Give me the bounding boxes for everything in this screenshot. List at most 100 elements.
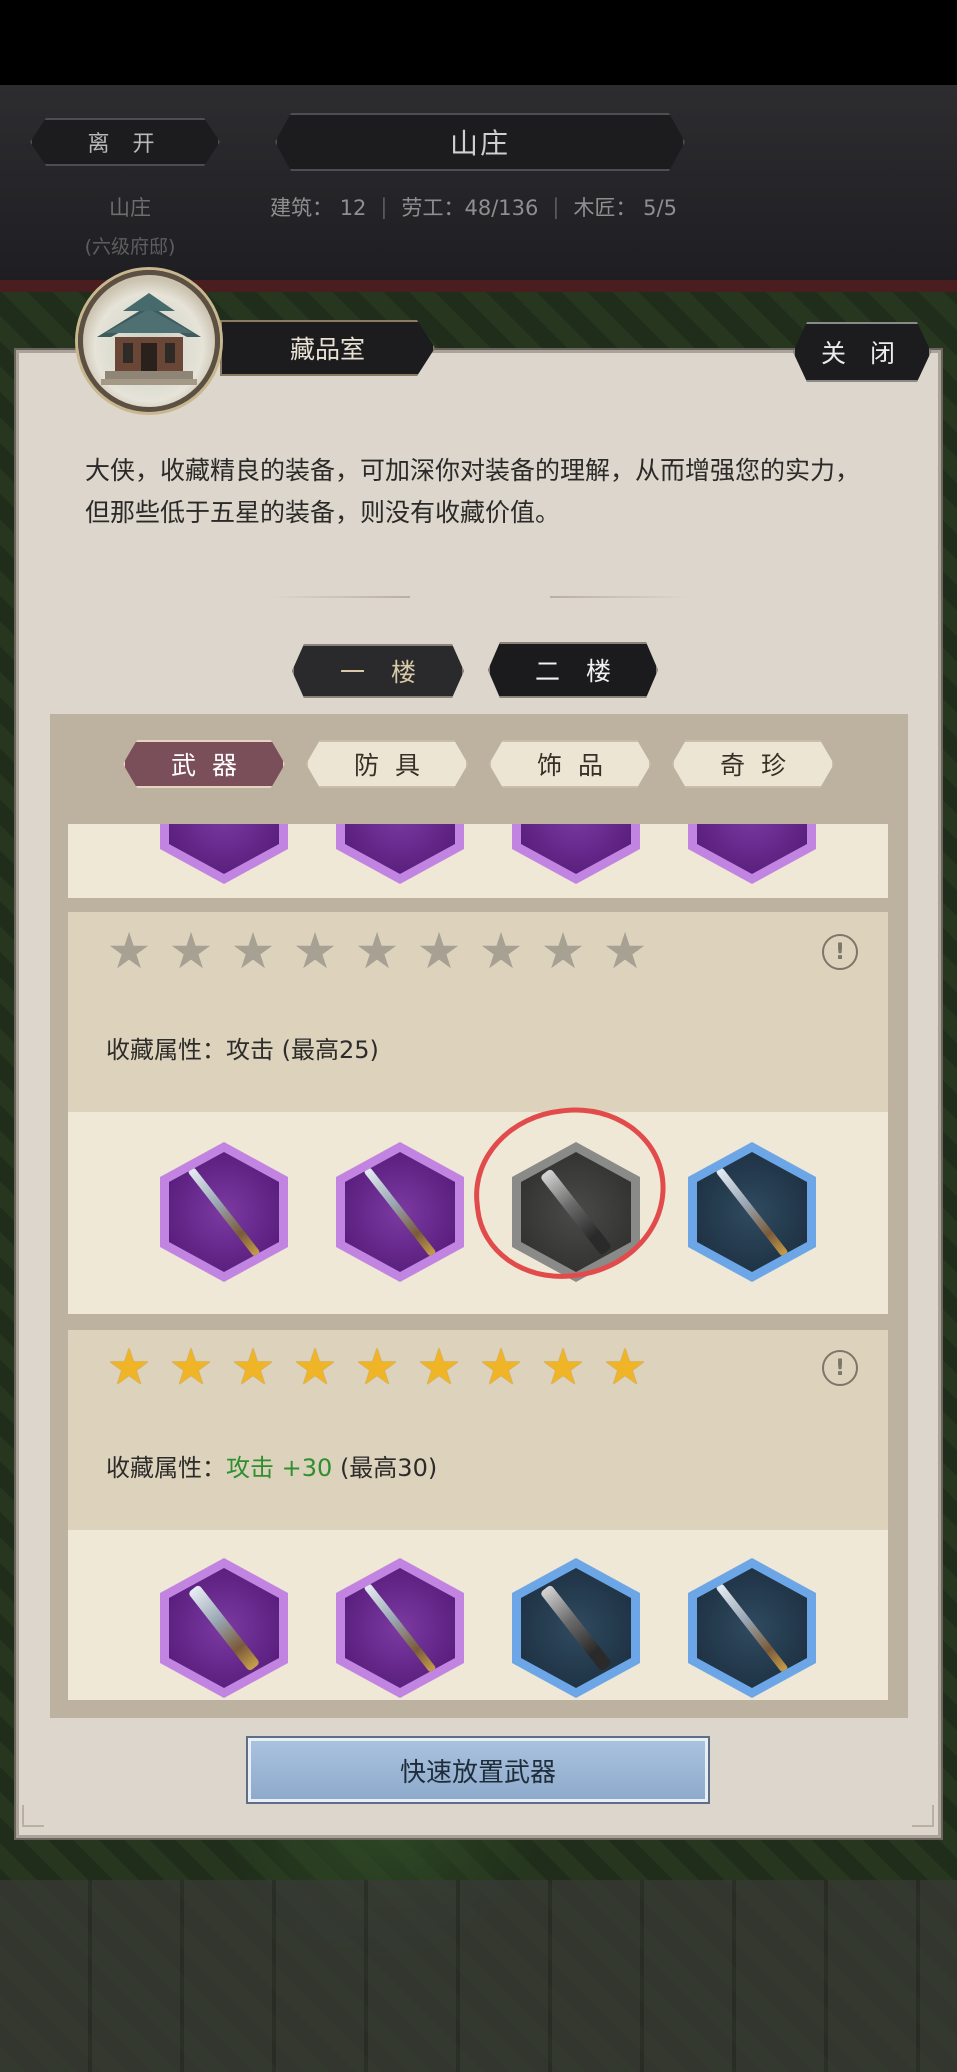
star-icon: ★ xyxy=(416,922,462,980)
blade-weapon-icon xyxy=(539,1584,613,1672)
stat-separator: | xyxy=(380,195,388,219)
item-slot[interactable] xyxy=(512,824,640,884)
collection-attribute: 收藏属性：攻击 (最高25) xyxy=(106,1030,379,1065)
floor-1-button[interactable]: 一楼 xyxy=(292,644,464,698)
resource-stats: 建筑： 12 | 劳工：48/136 | 木匠： 5/5 xyxy=(270,192,710,222)
floor-2-button[interactable]: 二楼 xyxy=(488,642,658,698)
star-icon: ★ xyxy=(168,1338,214,1396)
info-icon[interactable]: ! xyxy=(822,934,858,970)
attr-label: 收藏属性： xyxy=(106,1036,226,1064)
item-slot[interactable] xyxy=(336,824,464,884)
star-icon: ★ xyxy=(292,922,338,980)
star-rating: ★ ★ ★ ★ ★ ★ ★ ★ ★ xyxy=(104,926,650,976)
item-slot[interactable] xyxy=(688,1142,816,1282)
item-slot-inner xyxy=(697,824,807,874)
item-slot-inner xyxy=(697,1152,807,1272)
tab-armor[interactable]: 防具 xyxy=(306,740,468,788)
labor-stat: 劳工：48/136 xyxy=(402,192,539,222)
stat-separator: | xyxy=(552,195,560,219)
spear-weapon-icon xyxy=(714,1166,790,1258)
item-slot-inner xyxy=(345,1568,455,1688)
item-slot[interactable] xyxy=(160,1142,288,1282)
tab-weapon[interactable]: 武器 xyxy=(123,740,285,788)
star-icon: ★ xyxy=(230,922,276,980)
labor-label: 劳工： xyxy=(401,196,465,220)
villa-level: (六级府邸) xyxy=(84,236,176,258)
star-icon: ★ xyxy=(478,922,524,980)
item-slot[interactable] xyxy=(336,1142,464,1282)
item-slot-inner xyxy=(169,824,279,874)
star-icon: ★ xyxy=(602,922,648,980)
item-row xyxy=(68,1530,888,1700)
sword-weapon-icon xyxy=(187,1584,261,1672)
carpenter-label: 木匠： xyxy=(573,196,637,220)
tab-treasure-label: 奇珍 xyxy=(719,751,802,780)
item-row xyxy=(68,1112,888,1314)
leave-button-label: 离 开 xyxy=(87,132,163,157)
spear-weapon-icon xyxy=(186,1166,262,1258)
attr-value: 攻击 xyxy=(226,1036,274,1064)
ornament-line xyxy=(550,596,690,598)
buildings-stat: 建筑： 12 xyxy=(270,192,366,222)
item-slot-inner xyxy=(697,1568,807,1688)
star-icon: ★ xyxy=(540,1338,586,1396)
item-slot[interactable] xyxy=(512,1558,640,1698)
attr-value: 攻击 xyxy=(226,1454,274,1482)
item-slot-inner xyxy=(169,1152,279,1272)
floor-2-label: 二楼 xyxy=(534,657,637,686)
card-info: ★ ★ ★ ★ ★ ★ ★ ★ ★ ! 收藏属性：攻击 +30 (最高30) xyxy=(68,1330,888,1530)
page-title-text: 山庄 xyxy=(449,127,510,160)
card-info: ★ ★ ★ ★ ★ ★ ★ ★ ★ ! 收藏属性：攻击 (最高25) xyxy=(68,912,888,1112)
top-status-bar xyxy=(0,0,957,85)
star-icon: ★ xyxy=(354,922,400,980)
star-icon: ★ xyxy=(168,922,214,980)
corner-ornament xyxy=(22,1805,44,1827)
labor-value: 48/136 xyxy=(464,196,539,220)
stone-floor-background xyxy=(0,1880,957,2072)
attr-bonus: +30 xyxy=(281,1454,333,1482)
item-slot[interactable] xyxy=(160,824,288,884)
attr-label: 收藏属性： xyxy=(106,1454,226,1482)
star-icon: ★ xyxy=(106,1338,152,1396)
quick-place-label: 快速放置武器 xyxy=(399,1757,556,1788)
staff-weapon-icon xyxy=(539,1168,613,1256)
info-icon[interactable]: ! xyxy=(822,1350,858,1386)
item-slot[interactable] xyxy=(688,824,816,884)
carpenter-stat: 木匠： 5/5 xyxy=(573,192,676,222)
star-icon: ★ xyxy=(416,1338,462,1396)
scrolled-item-row xyxy=(68,824,888,898)
spear-weapon-icon xyxy=(362,1582,438,1674)
divider-ornament xyxy=(270,592,690,602)
spear-weapon-icon xyxy=(714,1582,790,1674)
buildings-label: 建筑： xyxy=(270,196,333,220)
star-icon: ★ xyxy=(230,1338,276,1396)
room-title-banner: 藏品室 xyxy=(220,320,435,376)
item-slot[interactable] xyxy=(160,1558,288,1698)
tab-accessory[interactable]: 饰品 xyxy=(489,740,651,788)
item-slot[interactable] xyxy=(688,1558,816,1698)
collection-card: ★ ★ ★ ★ ★ ★ ★ ★ ★ ! 收藏属性：攻击 (最高25) xyxy=(68,912,888,1314)
ornament-line xyxy=(270,596,410,598)
villa-label: 山庄 xyxy=(109,196,151,220)
item-slot-inner xyxy=(345,824,455,874)
close-button[interactable]: 关 闭 xyxy=(793,322,931,382)
leave-button[interactable]: 离 开 xyxy=(30,118,220,166)
quick-place-button[interactable]: 快速放置武器 xyxy=(246,1736,710,1804)
tab-treasure[interactable]: 奇珍 xyxy=(672,740,834,788)
collection-attribute: 收藏属性：攻击 +30 (最高30) xyxy=(106,1448,437,1483)
spear-weapon-icon xyxy=(362,1166,438,1258)
star-rating: ★ ★ ★ ★ ★ ★ ★ ★ ★ xyxy=(104,1342,650,1392)
buildings-value: 12 xyxy=(339,196,367,220)
item-slot[interactable] xyxy=(336,1558,464,1698)
star-icon: ★ xyxy=(292,1338,338,1396)
pavilion-icon xyxy=(97,293,201,385)
carpenter-value: 5/5 xyxy=(643,196,677,220)
page-title: 山庄 xyxy=(275,113,685,171)
item-slot[interactable] xyxy=(512,1142,640,1282)
item-slot-inner xyxy=(345,1152,455,1272)
floor-1-label: 一楼 xyxy=(339,658,442,687)
star-icon: ★ xyxy=(602,1338,648,1396)
room-description: 大侠，收藏精良的装备，可加深你对装备的理解，从而增强您的实力，但那些低于五星的装… xyxy=(85,456,861,527)
close-button-label: 关 闭 xyxy=(821,339,903,368)
star-icon: ★ xyxy=(106,922,152,980)
